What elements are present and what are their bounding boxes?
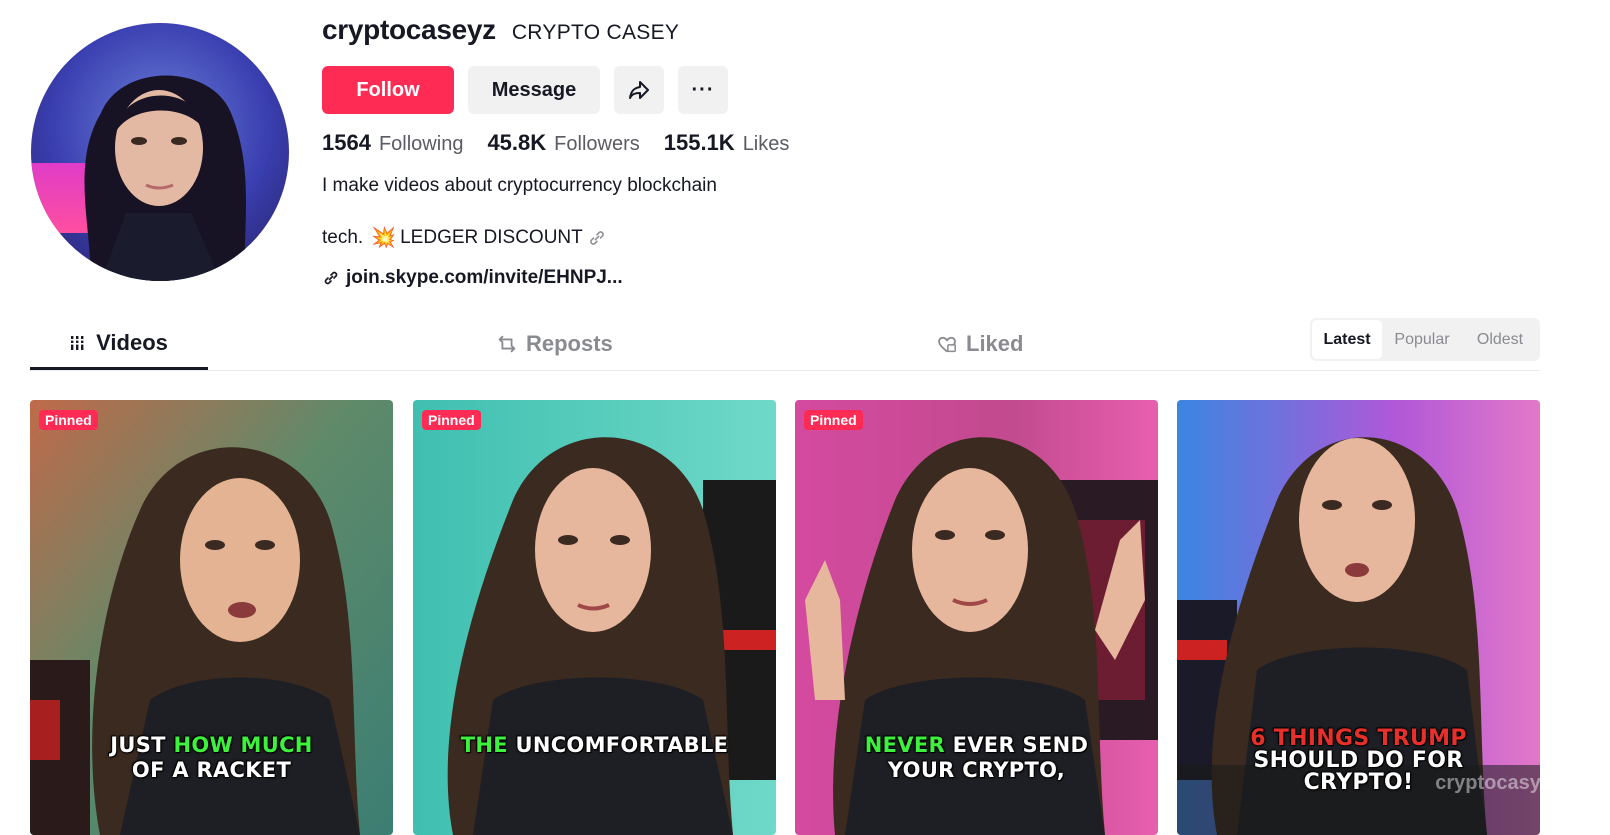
following-stat[interactable]: 1564 Following [322, 130, 463, 156]
followers-count: 45.8K [487, 130, 547, 155]
sort-toggle: Latest Popular Oldest [1310, 318, 1540, 361]
profile-header: cryptocaseyz CRYPTO CASEY [322, 14, 679, 54]
following-label: Following [378, 133, 464, 155]
bio-line-2-text: tech. [322, 226, 364, 248]
profile-username: cryptocaseyz [322, 14, 496, 45]
video-caption: THE UNCOMFORTABLE [413, 733, 776, 758]
watermark: cryptocasys [1435, 772, 1540, 794]
tab-liked[interactable]: Liked [936, 318, 1023, 370]
video-caption: JUST HOW MUCH OF A RACKET [30, 733, 393, 783]
caption-highlight: NEVER [864, 733, 945, 757]
profile-nickname: CRYPTO CASEY [511, 21, 680, 44]
bio-line-2: tech. 💥 LEDGER DISCOUNT [322, 225, 607, 250]
videos-grid-icon [70, 335, 88, 350]
link-icon [324, 271, 338, 285]
chain-link-icon [589, 230, 604, 245]
tab-videos[interactable]: Videos [30, 318, 208, 370]
profile-link-text: join.skype.com/invite/EHNPJ... [346, 267, 623, 288]
likes-count: 155.1K [663, 130, 735, 155]
followers-label: Followers [554, 133, 640, 155]
pinned-badge: Pinned [422, 410, 481, 430]
video-card[interactable]: Pinned JUST HOW MUCH OF A RACKET [30, 400, 393, 835]
pinned-badge: Pinned [39, 410, 98, 430]
following-count: 1564 [322, 130, 371, 155]
pinned-badge: Pinned [804, 410, 863, 430]
profile-stats: 1564 Following 45.8K Followers 155.1K Li… [322, 130, 813, 156]
profile-link[interactable]: join.skype.com/invite/EHNPJ... [322, 267, 623, 289]
more-button[interactable]: ··· [678, 66, 728, 114]
avatar-photo [31, 23, 289, 281]
video-grid: Pinned JUST HOW MUCH OF A RACKET Pinned … [30, 400, 1540, 835]
bio-line-1: I make videos about cryptocurrency block… [322, 175, 717, 196]
likes-stat: 155.1K Likes [664, 130, 790, 156]
caption-highlight: HOW MUCH [173, 733, 313, 757]
follow-button[interactable]: Follow [322, 66, 454, 114]
ledger-discount-text: LEDGER DISCOUNT [400, 226, 583, 248]
caption-text: SHOULD DO FOR [1253, 748, 1464, 773]
video-card[interactable]: Pinned NEVER EVER SEND YOUR CRYPTO, [795, 400, 1158, 835]
likes-label: Likes [742, 133, 790, 155]
video-caption: NEVER EVER SEND YOUR CRYPTO, [795, 733, 1158, 783]
tab-videos-label: Videos [96, 329, 168, 355]
repost-icon [498, 335, 516, 353]
sort-latest[interactable]: Latest [1312, 320, 1382, 359]
video-thumbnail [413, 400, 776, 835]
collision-emoji-icon: 💥 [371, 227, 397, 249]
caption-headline: 6 THINGS TRUMP [1250, 726, 1467, 751]
tab-liked-label: Liked [966, 331, 1024, 356]
profile-actions: Follow Message ··· [322, 66, 728, 114]
heart-lock-icon [938, 336, 956, 353]
caption-highlight: THE [460, 733, 508, 757]
caption-text: EVER SEND [944, 733, 1089, 757]
tab-reposts[interactable]: Reposts [496, 318, 613, 370]
profile-avatar[interactable] [31, 23, 289, 281]
followers-stat[interactable]: 45.8K Followers [487, 130, 639, 156]
sort-popular[interactable]: Popular [1382, 320, 1462, 359]
tab-reposts-label: Reposts [526, 331, 613, 356]
sort-oldest[interactable]: Oldest [1462, 320, 1538, 359]
caption-text: JUST [110, 733, 174, 757]
caption-line-2: OF A RACKET [131, 758, 292, 782]
share-icon [629, 81, 649, 99]
caption-text: UNCOMFORTABLE [507, 733, 729, 757]
more-icon: ··· [691, 78, 715, 101]
video-card[interactable]: Pinned THE UNCOMFORTABLE [413, 400, 776, 835]
video-card[interactable]: 6 THINGS TRUMP SHOULD DO FOR CRYPTO! cry… [1177, 400, 1540, 835]
message-button[interactable]: Message [468, 66, 600, 114]
share-button[interactable] [614, 66, 664, 114]
caption-line-2: YOUR CRYPTO, [887, 758, 1066, 782]
